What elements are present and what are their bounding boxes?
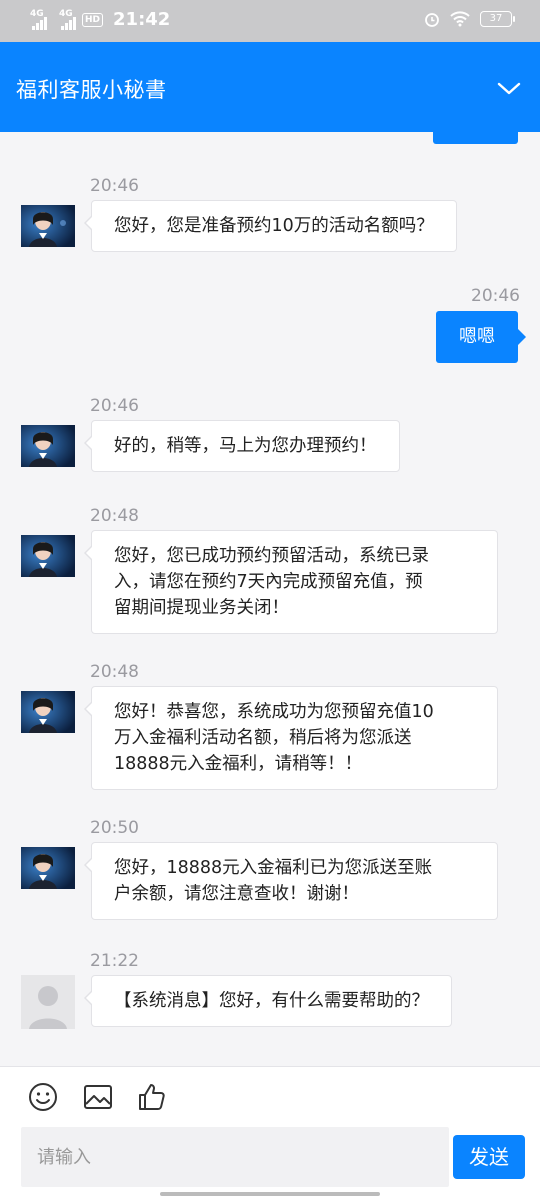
message-timestamp: 20:46 xyxy=(90,176,139,196)
message-bubble: 【系统消息】您好，有什么需要帮助的？ xyxy=(84,975,452,1027)
message-bubble: 您好，您已成功预约预留活动，系统已录 入，请您在预约7天內完成预留充值，预 留期… xyxy=(84,530,498,634)
chat-area[interactable]: 20:46 您好，您是准备预约10万的活动名额吗？ 20:46 嗯嗯 20:46… xyxy=(0,132,540,1066)
alarm-icon xyxy=(425,13,439,27)
message-input[interactable] xyxy=(21,1127,449,1187)
wifi-icon xyxy=(450,11,470,27)
message-bubble: 您好，您是准备预约10万的活动名额吗？ xyxy=(84,200,457,252)
signal-1-icon: 4G xyxy=(30,9,47,30)
my-message-bubble: 嗯嗯 xyxy=(436,311,526,363)
system-avatar[interactable] xyxy=(21,975,75,1029)
chevron-down-icon[interactable] xyxy=(496,78,522,98)
chat-header: 福利客服小秘書 xyxy=(0,42,540,132)
status-time: 21:42 xyxy=(113,9,171,30)
agent-avatar[interactable] xyxy=(21,691,75,733)
send-button[interactable]: 发送 xyxy=(453,1135,525,1179)
message-timestamp: 20:48 xyxy=(90,662,139,682)
agent-avatar[interactable] xyxy=(21,425,75,467)
message-bubble: 您好！恭喜您，系统成功为您预留充值10 万入金福利活动名额，稍后将为您派送 18… xyxy=(84,686,498,790)
agent-avatar[interactable] xyxy=(21,535,75,577)
message-timestamp: 21:22 xyxy=(90,951,139,971)
emoji-icon[interactable] xyxy=(27,1081,59,1113)
message-timestamp: 20:48 xyxy=(90,506,139,526)
message-timestamp: 20:50 xyxy=(90,818,139,838)
message-timestamp: 20:46 xyxy=(90,396,139,416)
partial-message-bubble xyxy=(433,132,518,144)
thumbs-up-icon[interactable] xyxy=(136,1081,168,1113)
image-icon[interactable] xyxy=(82,1081,114,1113)
message-bubble: 您好，18888元入金福利已为您派送至账 户余额，请您注意查收！谢谢！ xyxy=(84,842,498,920)
composer-bar: 发送 xyxy=(0,1066,540,1200)
status-bar: 4G 4G HD 21:42 37 xyxy=(0,0,540,42)
battery-icon: 37 xyxy=(480,11,515,27)
message-bubble: 好的，稍等，马上为您办理预约！ xyxy=(84,420,400,472)
home-indicator[interactable] xyxy=(160,1192,380,1196)
agent-avatar[interactable] xyxy=(21,847,75,889)
message-timestamp: 20:46 xyxy=(471,286,520,306)
signal-2-icon: 4G xyxy=(59,9,76,30)
agent-avatar[interactable] xyxy=(21,205,75,247)
hd-badge: HD xyxy=(82,12,104,27)
chat-title: 福利客服小秘書 xyxy=(16,78,167,102)
